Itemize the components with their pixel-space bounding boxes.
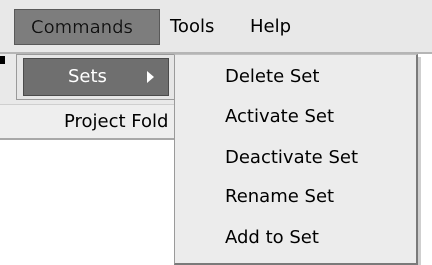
menu-item-activate-set[interactable]: Activate Set — [175, 97, 416, 137]
submenu-arrow-icon — [147, 71, 154, 83]
menu-item-delete-set[interactable]: Delete Set — [175, 57, 416, 97]
sets-submenu: Delete Set Activate Set Deactivate Set R… — [174, 54, 418, 265]
menu-item-sets[interactable]: Sets — [23, 58, 169, 96]
menu-tools[interactable]: Tools — [170, 9, 214, 45]
menu-help[interactable]: Help — [250, 9, 291, 45]
menu-item-deactivate-set[interactable]: Deactivate Set — [175, 138, 416, 178]
menu-item-rename-set[interactable]: Rename Set — [175, 177, 416, 217]
menu-item-add-to-set[interactable]: Add to Set — [175, 218, 416, 258]
project-folder-label: Project Fold — [64, 111, 169, 132]
project-folder-row[interactable]: Project Fold — [0, 104, 200, 140]
menu-bar: Commands Tools Help — [0, 0, 432, 54]
menu-commands[interactable]: Commands — [14, 9, 160, 45]
menu-item-sets-label: Sets — [68, 66, 107, 87]
window-edge-mark — [0, 56, 5, 64]
menu-commands-label: Commands — [31, 17, 133, 38]
commands-dropdown: Sets — [16, 54, 176, 100]
